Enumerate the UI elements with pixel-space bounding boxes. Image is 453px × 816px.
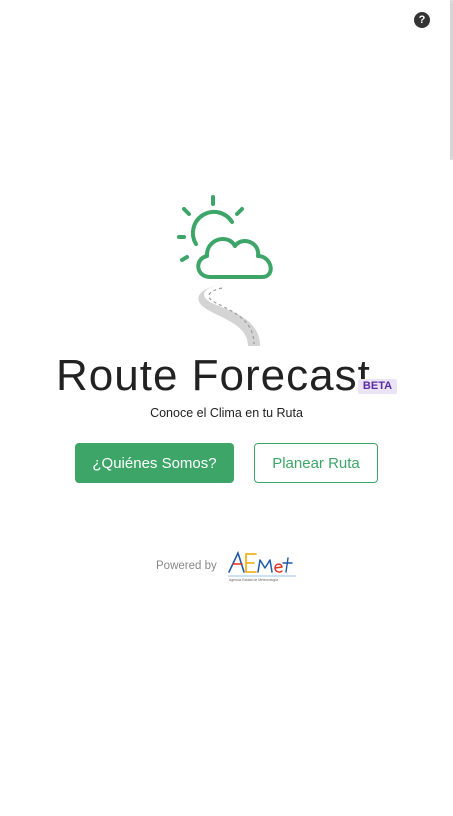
- beta-badge: BETA: [358, 379, 397, 394]
- title-row: Route Forecast BETA: [0, 350, 453, 406]
- page-subtitle: Conoce el Clima en tu Ruta: [150, 406, 303, 420]
- about-us-button[interactable]: ¿Quiénes Somos?: [75, 443, 234, 483]
- aemet-logo[interactable]: Agencia Estatal de Meteorología: [226, 548, 298, 582]
- landing-page: ? Route Forecast BETA Conoce el Clima en…: [0, 0, 453, 816]
- sun-cloud-road-icon: [177, 195, 273, 346]
- help-icon[interactable]: ?: [414, 12, 430, 28]
- powered-by-label: Powered by: [156, 560, 217, 572]
- powered-by: Powered by Agencia Estatal de Meteorolog…: [0, 548, 453, 584]
- page-title: Route Forecast: [56, 351, 371, 400]
- aemet-logo-caption: Agencia Estatal de Meteorología: [229, 578, 278, 582]
- plan-route-button[interactable]: Planear Ruta: [254, 443, 378, 483]
